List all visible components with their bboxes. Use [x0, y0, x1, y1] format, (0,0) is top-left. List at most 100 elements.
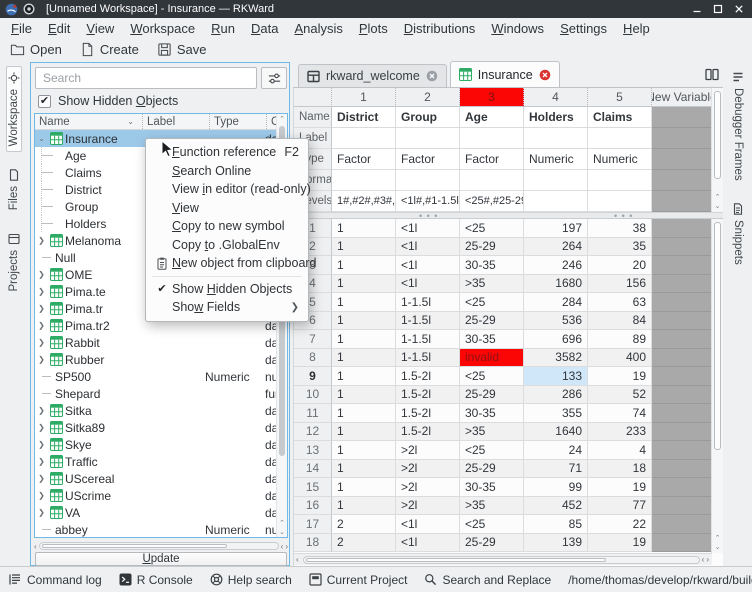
scroll-up-icon[interactable]: ⌃ — [712, 534, 723, 542]
statusbar-item-command-log[interactable]: Command log — [9, 573, 102, 587]
statusbar-item-current-project[interactable]: Current Project — [309, 573, 408, 587]
cell-r4c4[interactable]: 1680 — [524, 275, 588, 294]
cell-r5c5[interactable]: 63 — [588, 293, 652, 312]
tree-item-traffic[interactable]: ❯Trafficdat — [35, 453, 287, 470]
row-header-7[interactable]: 7 — [294, 330, 332, 349]
menu-item-view-in-editor[interactable]: View in editor (read-only) — [146, 180, 308, 199]
cell-r1c4[interactable]: 197 — [524, 219, 588, 238]
new-variable-cell[interactable] — [652, 170, 712, 191]
cell-r1c3[interactable]: <25 — [460, 219, 524, 238]
cell-r13c2[interactable]: >2l — [396, 441, 460, 460]
document-tab-rkward_welcome[interactable]: rkward_welcome — [298, 64, 447, 87]
column-header-2[interactable]: 2 — [396, 88, 460, 107]
cell-r10c1[interactable]: 1 — [332, 386, 396, 405]
menu-item-copy-to-globalenv[interactable]: Copy to .GlobalEnv — [146, 236, 308, 255]
expander-collapsed-icon[interactable]: ❯ — [35, 270, 48, 279]
dock-tab-debugger-frames[interactable]: Debugger Frames — [731, 66, 745, 186]
cell-r6c4[interactable]: 536 — [524, 312, 588, 331]
scroll-up-icon[interactable]: ⌃ — [277, 115, 287, 123]
scroll-down-icon[interactable]: ⌄ — [712, 202, 723, 210]
cell-r15c4[interactable]: 99 — [524, 478, 588, 497]
column-header-6[interactable]: #New Variable# — [652, 88, 712, 107]
menu-item-show-hidden-objects[interactable]: ✔Show Hidden Objects — [146, 280, 308, 299]
meta-cell[interactable] — [332, 170, 396, 191]
expander-collapsed-icon[interactable]: ❯ — [35, 457, 48, 466]
cell-r6c2[interactable]: 1-1.5l — [396, 312, 460, 331]
new-variable-cell[interactable] — [652, 275, 712, 294]
meta-cell[interactable]: Claims — [588, 107, 652, 128]
tree-item-abbey[interactable]: abbeyNumericnur — [35, 521, 287, 538]
scroll-left-icon[interactable]: ‹ — [34, 542, 37, 551]
cell-r12c1[interactable]: 1 — [332, 423, 396, 442]
cell-r12c2[interactable]: 1.5-2l — [396, 423, 460, 442]
expander-collapsed-icon[interactable]: ❯ — [35, 304, 48, 313]
new-variable-cell[interactable] — [652, 238, 712, 257]
meta-cell[interactable]: Numeric — [588, 149, 652, 170]
meta-cell[interactable] — [332, 128, 396, 149]
meta-vertical-scrollbar[interactable]: ⌃⌄ — [711, 88, 723, 212]
dock-tab-files[interactable]: Files — [7, 164, 21, 215]
cell-r13c4[interactable]: 24 — [524, 441, 588, 460]
cell-r18c3[interactable]: 25-29 — [460, 534, 524, 553]
menu-workspace[interactable]: Workspace — [122, 20, 203, 37]
close-button[interactable] — [731, 2, 747, 16]
expander-collapsed-icon[interactable]: ❯ — [35, 406, 48, 415]
show-hidden-objects-checkbox[interactable]: ✔ Show Hidden Objects — [38, 94, 178, 108]
cell-r13c1[interactable]: 1 — [332, 441, 396, 460]
meta-cell[interactable]: <25#,#25-29#... — [460, 191, 524, 212]
new-variable-cell[interactable] — [652, 349, 712, 368]
cell-r2c5[interactable]: 35 — [588, 238, 652, 257]
split-view-icon[interactable] — [705, 68, 719, 81]
row-header-16[interactable]: 16 — [294, 497, 332, 516]
cell-r7c4[interactable]: 696 — [524, 330, 588, 349]
cell-r2c3[interactable]: 25-29 — [460, 238, 524, 257]
row-header-11[interactable]: 11 — [294, 404, 332, 423]
menu-settings[interactable]: Settings — [552, 20, 615, 37]
cell-r13c3[interactable]: <25 — [460, 441, 524, 460]
statusbar-item-r-console[interactable]: R Console — [119, 573, 193, 587]
save-button[interactable]: Save — [152, 41, 212, 58]
cell-r9c4[interactable]: 133 — [524, 367, 588, 386]
column-header-3[interactable]: 3 — [460, 88, 524, 107]
meta-cell[interactable]: Numeric — [524, 149, 588, 170]
maximize-button[interactable] — [710, 2, 726, 16]
menu-plots[interactable]: Plots — [351, 20, 396, 37]
menu-edit[interactable]: Edit — [40, 20, 78, 37]
meta-row-header[interactable]: Name — [294, 107, 332, 128]
menu-windows[interactable]: Windows — [483, 20, 552, 37]
scroll-thumb[interactable] — [42, 544, 227, 548]
cell-r3c4[interactable]: 246 — [524, 256, 588, 275]
expander-collapsed-icon[interactable]: ❯ — [35, 474, 48, 483]
new-variable-cell[interactable] — [652, 293, 712, 312]
new-variable-cell[interactable] — [652, 497, 712, 516]
cell-r3c3[interactable]: 30-35 — [460, 256, 524, 275]
cell-r17c2[interactable]: <1l — [396, 515, 460, 534]
cell-r11c4[interactable]: 355 — [524, 404, 588, 423]
cell-r8c4[interactable]: 3582 — [524, 349, 588, 368]
cell-r4c3[interactable]: >35 — [460, 275, 524, 294]
row-header-13[interactable]: 13 — [294, 441, 332, 460]
cell-r1c2[interactable]: <1l — [396, 219, 460, 238]
document-tab-insurance[interactable]: Insurance — [450, 61, 560, 87]
cell-r14c3[interactable]: 25-29 — [460, 460, 524, 479]
menu-run[interactable]: Run — [203, 20, 243, 37]
scroll-left-icon[interactable]: ‹ — [702, 555, 705, 564]
cell-r17c3[interactable]: <25 — [460, 515, 524, 534]
tree-item-sitka89[interactable]: ❯Sitka89dat — [35, 419, 287, 436]
new-variable-cell[interactable] — [652, 191, 712, 212]
meta-cell[interactable]: Group — [396, 107, 460, 128]
row-header-17[interactable]: 17 — [294, 515, 332, 534]
expander-collapsed-icon[interactable]: ❯ — [35, 508, 48, 517]
meta-cell[interactable] — [460, 170, 524, 191]
split-view-icon[interactable] — [705, 68, 719, 81]
meta-cell[interactable]: Factor — [332, 149, 396, 170]
cell-r14c4[interactable]: 71 — [524, 460, 588, 479]
new-variable-cell[interactable] — [652, 423, 712, 442]
expander-collapsed-icon[interactable]: ❯ — [35, 287, 48, 296]
cell-r1c5[interactable]: 38 — [588, 219, 652, 238]
open-button[interactable]: Open — [5, 41, 67, 58]
statusbar-item-help-search[interactable]: Help search — [210, 573, 292, 587]
expander-expanded-icon[interactable]: ⌄ — [35, 134, 48, 143]
cell-r14c5[interactable]: 18 — [588, 460, 652, 479]
tree-column-header-type[interactable]: Type — [209, 114, 266, 129]
